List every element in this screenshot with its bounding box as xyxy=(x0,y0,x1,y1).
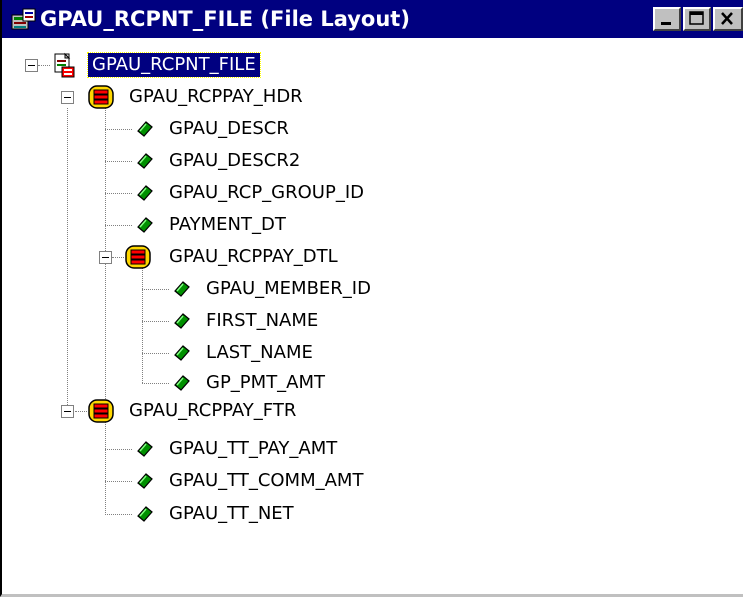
tree-connector xyxy=(142,289,169,290)
tree-connector xyxy=(38,65,50,66)
tree-field[interactable]: LAST_NAME xyxy=(202,341,317,365)
record-icon xyxy=(125,245,151,269)
field-icon xyxy=(137,217,153,233)
tree-field[interactable]: GPAU_TT_COMM_AMT xyxy=(165,469,367,493)
tree-connector xyxy=(105,193,132,194)
field-icon xyxy=(137,441,153,457)
minimize-button[interactable] xyxy=(653,7,681,31)
tree-connector xyxy=(105,108,106,515)
tree-connector xyxy=(142,353,169,354)
field-icon xyxy=(137,473,153,489)
tree-connector xyxy=(105,129,132,130)
tree-connector xyxy=(105,481,132,482)
field-icon xyxy=(137,185,153,201)
maximize-button[interactable] xyxy=(683,7,711,31)
field-icon xyxy=(137,153,153,169)
tree-field[interactable]: FIRST_NAME xyxy=(202,309,322,333)
tree-connector xyxy=(105,514,132,515)
tree-connector xyxy=(75,411,87,412)
tree-connector xyxy=(105,225,132,226)
collapse-toggle[interactable] xyxy=(61,405,74,418)
tree-field[interactable]: PAYMENT_DT xyxy=(165,213,290,237)
maximize-icon xyxy=(689,11,704,25)
tree-record-hdr[interactable]: GPAU_RCPPAY_HDR xyxy=(125,85,307,109)
tree-connector xyxy=(112,257,124,258)
minimize-icon xyxy=(661,22,671,25)
record-icon xyxy=(88,85,114,109)
tree-connector xyxy=(67,108,68,411)
tree-connector xyxy=(142,321,169,322)
tree-record-ftr[interactable]: GPAU_RCPPAY_FTR xyxy=(125,399,300,423)
file-definition-icon xyxy=(54,52,75,78)
tree-field[interactable]: GPAU_DESCR2 xyxy=(165,149,304,173)
tree-connector xyxy=(105,161,132,162)
collapse-toggle[interactable] xyxy=(61,91,74,104)
tree-connector xyxy=(142,383,169,384)
collapse-toggle[interactable] xyxy=(25,59,38,72)
tree-field[interactable]: GPAU_DESCR xyxy=(165,117,293,141)
tree-connector xyxy=(105,449,132,450)
tree-field[interactable]: GP_PMT_AMT xyxy=(202,371,329,395)
tree-field[interactable]: GPAU_TT_PAY_AMT xyxy=(165,437,341,461)
tree-connector xyxy=(142,268,143,383)
tree-record-dtl[interactable]: GPAU_RCPPAY_DTL xyxy=(165,245,342,269)
collapse-toggle[interactable] xyxy=(99,251,112,264)
file-layout-window: GPAU_RCPNT_FILE (File Layout) GPAU_RCPNT… xyxy=(0,0,743,597)
tree-field[interactable]: GPAU_TT_NET xyxy=(165,502,298,526)
file-layout-tree: GPAU_RCPNT_FILE GPAU_RCPPAY_HDR GPAU_DES… xyxy=(2,38,743,594)
field-icon xyxy=(174,281,190,297)
field-icon xyxy=(174,313,190,329)
close-button[interactable] xyxy=(713,7,743,31)
field-icon xyxy=(174,345,190,361)
field-icon xyxy=(137,121,153,137)
tree-field[interactable]: GPAU_MEMBER_ID xyxy=(202,277,375,301)
tree-field[interactable]: GPAU_RCP_GROUP_ID xyxy=(165,181,368,205)
tree-root-file[interactable]: GPAU_RCPNT_FILE xyxy=(87,52,261,78)
file-layout-icon xyxy=(11,8,36,30)
close-icon xyxy=(721,12,733,25)
title-bar[interactable]: GPAU_RCPNT_FILE (File Layout) xyxy=(2,0,743,38)
field-icon xyxy=(137,506,153,522)
window-title: GPAU_RCPNT_FILE (File Layout) xyxy=(40,7,410,31)
record-icon xyxy=(88,399,114,423)
field-icon xyxy=(174,375,190,391)
